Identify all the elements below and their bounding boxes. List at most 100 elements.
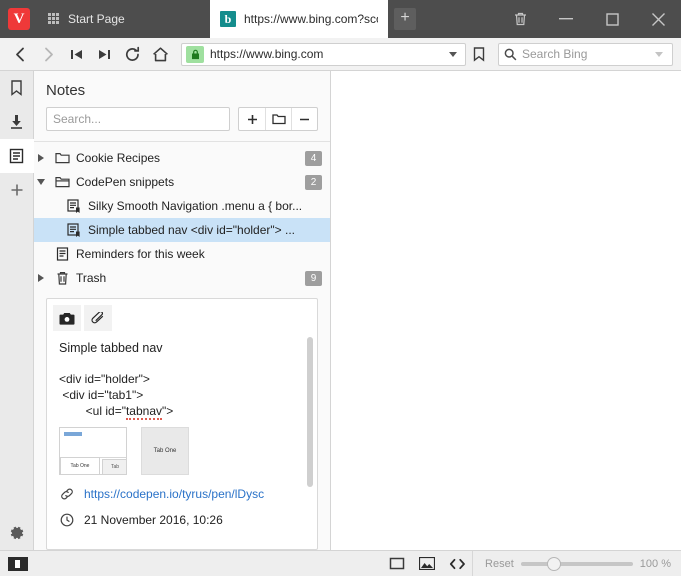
- trash-icon[interactable]: [497, 0, 543, 38]
- page-actions-button[interactable]: [382, 551, 412, 576]
- bookmark-icon[interactable]: [469, 47, 489, 62]
- notes-panel: Notes Search... Cookie Recipes 4: [34, 71, 331, 550]
- folder-open-icon: [54, 176, 70, 188]
- forward-icon[interactable]: [36, 42, 61, 67]
- note-date-row: 21 November 2016, 10:26: [59, 513, 305, 527]
- panel-notes-button[interactable]: [0, 139, 34, 173]
- panel-add-button[interactable]: [0, 173, 34, 207]
- note-icon: [54, 247, 70, 261]
- note-bookmark-icon: [66, 223, 82, 237]
- panel-toolbar: Search...: [34, 107, 330, 142]
- notes-action-buttons: [238, 107, 318, 131]
- panel-downloads-button[interactable]: [0, 105, 34, 139]
- grid-icon: [48, 13, 60, 25]
- tree-row-badge: 2: [305, 175, 322, 190]
- panel-title: Notes: [34, 71, 330, 107]
- tree-row-simple-tabbed-nav[interactable]: Simple tabbed nav <div id="holder"> ...: [34, 218, 330, 242]
- tree-row-trash[interactable]: Trash 9: [34, 266, 330, 290]
- zoom-level-label: 100 %: [640, 558, 671, 570]
- reload-icon[interactable]: [120, 42, 145, 67]
- add-note-button[interactable]: [239, 108, 265, 130]
- tree-row-label: Simple tabbed nav <div id="holder"> ...: [88, 223, 322, 237]
- attachment-1-caption-1: Tab One: [60, 457, 100, 474]
- developer-tools-button[interactable]: [442, 551, 472, 576]
- tree-row-silky-smooth-navigation[interactable]: Silky Smooth Navigation .menu a { bor...: [34, 194, 330, 218]
- panel-bookmarks-button[interactable]: [0, 71, 34, 105]
- close-icon[interactable]: [635, 0, 681, 38]
- vivaldi-logo-button[interactable]: V: [0, 0, 38, 38]
- add-folder-button[interactable]: [265, 108, 291, 130]
- page-content-area[interactable]: [332, 71, 681, 550]
- back-icon[interactable]: [8, 42, 33, 67]
- clock-icon: [59, 513, 75, 527]
- search-icon: [504, 48, 517, 61]
- image-toggle-button[interactable]: [412, 551, 442, 576]
- note-code-line-3-post: ">: [162, 404, 173, 418]
- zoom-slider[interactable]: [521, 562, 633, 566]
- panel-rail: [0, 71, 34, 550]
- chevron-down-icon[interactable]: [34, 179, 48, 185]
- note-source-url-row: https://codepen.io/tyrus/pen/lDysc: [59, 487, 305, 501]
- tree-row-reminders-for-this-week[interactable]: Reminders for this week: [34, 242, 330, 266]
- navigation-bar: https://www.bing.com Search Bing: [0, 38, 681, 71]
- tree-row-badge: 9: [305, 271, 322, 286]
- fastforward-icon[interactable]: [92, 42, 117, 67]
- new-tab-button[interactable]: +: [394, 8, 416, 30]
- tree-row-label: Trash: [76, 271, 299, 285]
- tab-start-page[interactable]: Start Page: [38, 0, 210, 38]
- note-code-line-2: <div id="tab1">: [59, 388, 143, 402]
- window-controls: [497, 0, 681, 38]
- tree-row-label: Silky Smooth Navigation .menu a { bor...: [88, 199, 322, 213]
- note-attachments: Tab One Tab Tab One: [59, 427, 305, 475]
- tree-row-cookie-recipes[interactable]: Cookie Recipes 4: [34, 146, 330, 170]
- note-editor-scrollbar[interactable]: [307, 337, 313, 487]
- tree-row-codepen-snippets[interactable]: CodePen snippets 2: [34, 170, 330, 194]
- notes-tree: Cookie Recipes 4 CodePen snippets 2 Silk…: [34, 142, 330, 290]
- note-source-link[interactable]: https://codepen.io/tyrus/pen/lDysc: [84, 487, 264, 501]
- tab-title: Start Page: [68, 12, 125, 26]
- note-title: Simple tabbed nav: [59, 341, 305, 355]
- folder-icon: [54, 152, 70, 164]
- maximize-icon[interactable]: [589, 0, 635, 38]
- tree-row-label: Reminders for this week: [76, 247, 322, 261]
- minimize-icon[interactable]: [543, 0, 589, 38]
- note-code: <div id="holder"> <div id="tab1"> <ul id…: [59, 371, 305, 419]
- rewind-icon[interactable]: [64, 42, 89, 67]
- zoom-controls: Reset 100 %: [472, 551, 681, 576]
- camera-icon[interactable]: [53, 305, 81, 331]
- chevron-right-icon[interactable]: [34, 274, 48, 282]
- attachment-thumbnail-2[interactable]: Tab One: [141, 427, 189, 475]
- delete-note-button[interactable]: [291, 108, 317, 130]
- note-editor-toolbar: [47, 299, 317, 331]
- address-bar[interactable]: https://www.bing.com: [181, 43, 466, 66]
- tree-row-label: Cookie Recipes: [76, 151, 299, 165]
- vivaldi-logo-icon: V: [8, 8, 30, 30]
- note-editor: Simple tabbed nav <div id="holder"> <div…: [46, 298, 318, 550]
- link-icon: [59, 488, 75, 500]
- note-code-line-1: <div id="holder">: [59, 372, 150, 386]
- chevron-down-icon[interactable]: [449, 52, 457, 57]
- home-icon[interactable]: [148, 42, 173, 67]
- lock-icon: [186, 46, 204, 63]
- note-code-misspelled-word: tabnav: [126, 404, 162, 420]
- zoom-slider-knob[interactable]: [547, 557, 561, 571]
- zoom-reset-button[interactable]: Reset: [485, 558, 514, 570]
- attachment-1-caption-2: Tab: [102, 459, 127, 474]
- search-engine-chevron-icon[interactable]: [655, 52, 663, 57]
- paperclip-icon[interactable]: [84, 305, 112, 331]
- note-editor-body[interactable]: Simple tabbed nav <div id="holder"> <div…: [47, 331, 317, 549]
- attachment-thumbnail-1[interactable]: Tab One Tab: [59, 427, 127, 475]
- notes-search-input[interactable]: Search...: [46, 107, 230, 131]
- status-bar: Reset 100 %: [0, 550, 681, 576]
- tab-bar: V Start Page b https://www.bing.com?scop…: [0, 0, 681, 38]
- chevron-right-icon[interactable]: [34, 154, 48, 162]
- note-date: 21 November 2016, 10:26: [84, 513, 223, 527]
- page-tile-icon[interactable]: [8, 557, 28, 571]
- status-bar-right: Reset 100 %: [382, 551, 681, 576]
- panel-settings-button[interactable]: [0, 516, 34, 550]
- search-input[interactable]: Search Bing: [522, 47, 650, 61]
- tab-bing[interactable]: b https://www.bing.com?scop: [210, 0, 388, 38]
- search-field[interactable]: Search Bing: [498, 43, 673, 66]
- trash-icon: [54, 271, 70, 285]
- tree-row-badge: 4: [305, 151, 322, 166]
